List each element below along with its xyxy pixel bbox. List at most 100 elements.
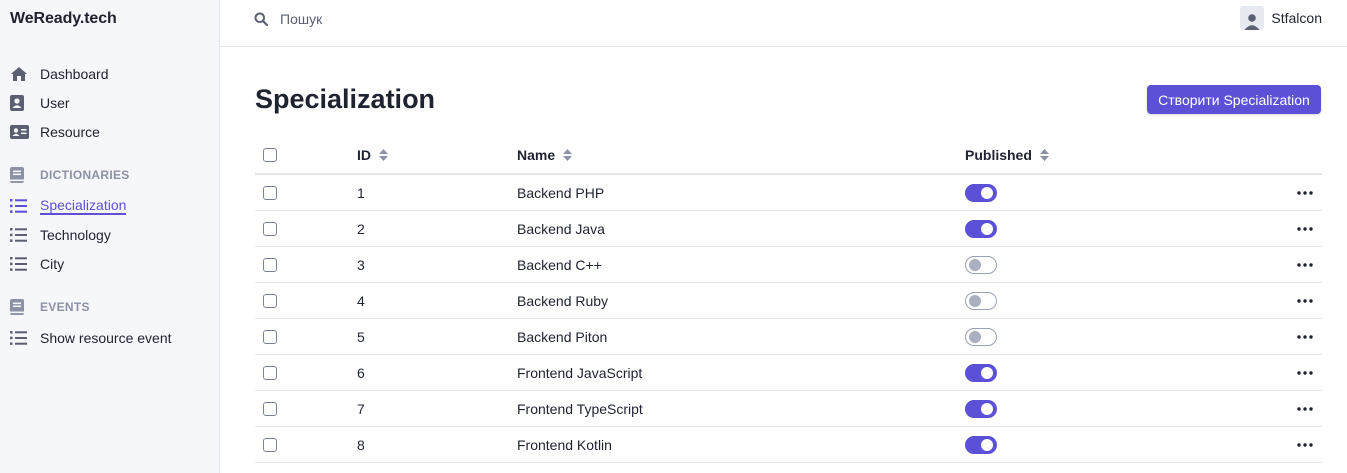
published-toggle[interactable] [965,291,997,310]
page-title: Specialization [255,84,436,114]
published-toggle[interactable] [965,435,997,454]
toggle-knob [969,294,981,307]
row-id: 1 [357,184,365,201]
row-id: 7 [357,400,365,417]
sidebar-item-show-resource-event[interactable]: Show resource event [10,328,172,348]
search-input[interactable] [280,11,540,27]
row-checkbox[interactable] [263,365,277,380]
search-icon [254,11,270,27]
table-body: 1 Backend PHP 2 Backend Java 3 Backend C [255,175,1322,463]
search-bar [254,9,554,29]
sidebar-item-label: Dashboard [40,66,109,82]
id-card-icon [10,124,30,140]
row-id: 3 [357,256,365,273]
table-row: 1 Backend PHP [255,175,1322,211]
list-icon [10,227,30,243]
row-checkbox[interactable] [263,221,277,236]
more-options-icon[interactable] [1296,334,1314,339]
row-id: 8 [357,436,365,453]
table-row: 8 Frontend Kotlin [255,427,1322,463]
sidebar-item-resource[interactable]: Resource [10,122,100,142]
row-checkbox[interactable] [263,293,277,308]
toggle-knob [981,366,993,379]
table-row: 3 Backend C++ [255,247,1322,283]
brand-logo[interactable]: WeReady.tech [10,10,117,28]
table-row: 5 Backend Piton [255,319,1322,355]
list-icon [10,330,30,346]
more-options-icon[interactable] [1296,298,1314,303]
sidebar-item-city[interactable]: City [10,254,64,274]
published-toggle[interactable] [965,255,997,274]
specialization-table: ID Name Published 1 Backend PHP 2 Backen… [255,136,1322,463]
row-id: 4 [357,292,365,309]
sidebar-item-label: Technology [40,227,111,243]
user-card-icon [10,95,30,111]
home-icon [10,66,30,82]
row-checkbox[interactable] [263,257,277,272]
toggle-knob [969,258,981,271]
sidebar-item-specialization[interactable]: Specialization [10,196,127,216]
sort-icon[interactable] [1039,148,1049,161]
row-name: Frontend Kotlin [517,436,612,453]
more-options-icon[interactable] [1296,226,1314,231]
create-specialization-button[interactable]: Створити Specialization [1147,85,1321,114]
row-id: 5 [357,328,365,345]
sidebar-item-label: Show resource event [40,330,172,346]
published-toggle[interactable] [965,219,997,238]
row-name: Backend Ruby [517,292,609,309]
sort-icon[interactable] [379,148,388,161]
sidebar: WeReady.tech Dashboard User Resource DIC… [0,0,220,473]
select-all-checkbox[interactable] [263,147,277,162]
row-checkbox[interactable] [263,329,277,344]
user-menu[interactable]: Stfalcon [1240,6,1322,30]
sidebar-item-label: User [40,95,70,111]
sort-icon[interactable] [563,148,573,161]
published-toggle[interactable] [965,327,997,346]
row-id: 2 [357,220,365,237]
row-name: Backend Java [517,220,605,237]
sidebar-item-label: Specialization [40,197,127,215]
table-header: ID Name Published [255,136,1322,175]
toggle-knob [969,330,981,343]
toggle-knob [981,186,993,199]
table-row: 4 Backend Ruby [255,283,1322,319]
user-name: Stfalcon [1271,10,1322,26]
list-icon [10,256,30,272]
more-options-icon[interactable] [1296,262,1314,267]
toggle-knob [981,438,993,451]
more-options-icon[interactable] [1296,370,1314,375]
row-name: Backend Piton [517,328,608,345]
row-checkbox[interactable] [263,185,277,200]
column-header-name[interactable]: Name [517,136,573,173]
more-options-icon[interactable] [1296,406,1314,411]
column-header-published[interactable]: Published [965,136,1049,173]
column-header-id[interactable]: ID [357,136,388,173]
row-id: 6 [357,364,365,381]
sidebar-item-technology[interactable]: Technology [10,225,111,245]
sidebar-item-label: Resource [40,124,100,140]
section-title-events: EVENTS [10,299,90,315]
published-toggle[interactable] [965,363,997,382]
row-name: Backend PHP [517,184,605,201]
row-checkbox[interactable] [263,437,277,452]
published-toggle[interactable] [965,183,997,202]
sidebar-item-label: City [40,256,65,272]
sidebar-item-user[interactable]: User [10,93,70,113]
toggle-knob [981,222,993,235]
row-checkbox[interactable] [263,401,277,416]
list-icon [10,198,30,214]
row-name: Frontend JavaScript [517,364,643,381]
row-name: Backend C++ [517,256,602,273]
section-title-dictionaries: DICTIONARIES [10,167,130,183]
table-row: 6 Frontend JavaScript [255,355,1322,391]
more-options-icon[interactable] [1296,442,1314,447]
published-toggle[interactable] [965,399,997,418]
table-row: 7 Frontend TypeScript [255,391,1322,427]
more-options-icon[interactable] [1296,190,1314,195]
avatar [1240,6,1265,30]
book-icon [10,299,30,315]
book-icon [10,167,30,183]
sidebar-item-dashboard[interactable]: Dashboard [10,64,109,84]
table-row: 2 Backend Java [255,211,1322,247]
topbar: Stfalcon [220,0,1347,47]
